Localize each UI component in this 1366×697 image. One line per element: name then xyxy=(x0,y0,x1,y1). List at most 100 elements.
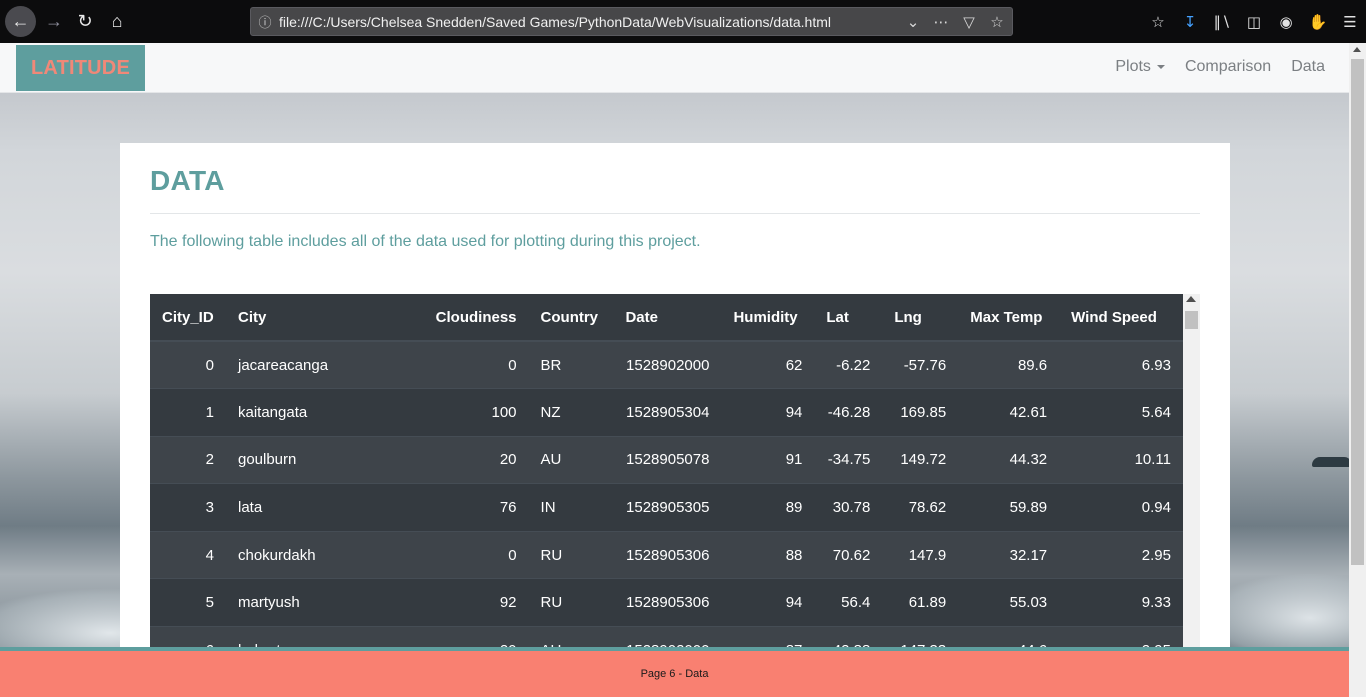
cell-country: AU xyxy=(529,627,614,647)
cell-date: 1528902000 xyxy=(613,627,721,647)
cell-country: BR xyxy=(540,356,562,374)
cell-city-id: 1 xyxy=(205,403,214,421)
col-header-lat: Lat xyxy=(814,294,883,342)
cell-max-temp: 44.6 xyxy=(958,627,1059,647)
cell-cloudiness: 20 xyxy=(499,451,517,469)
cell-max-temp: 44.32 xyxy=(1009,451,1048,469)
cell-country: IN xyxy=(540,499,556,517)
site-navbar: LATITUDE Plots Comparison Data xyxy=(0,43,1349,93)
cell-humidity: 87 xyxy=(721,627,814,647)
cell-lng: 149.72 xyxy=(900,451,947,469)
reload-icon[interactable]: ↻ xyxy=(71,7,99,35)
content-card: DATA The following table includes all of… xyxy=(120,143,1230,647)
cell-city: kaitangata xyxy=(237,403,308,421)
dropdown-icon[interactable]: ⌄ xyxy=(904,13,922,31)
background-rock xyxy=(1312,457,1349,467)
cell-country: RU xyxy=(540,594,563,612)
cell-date: 1528905305 xyxy=(626,499,710,517)
table-row: 3 lata 76 IN 1528905305 89 30.78 78.62 5… xyxy=(150,483,1183,532)
page-footer: Page 6 - Data xyxy=(0,647,1349,697)
cell-lat: -42.88 xyxy=(814,627,882,647)
cell-wind-speed: 0.94 xyxy=(1141,499,1171,517)
cell-cloudiness: 0 xyxy=(508,546,517,564)
table-scrollbar-thumb[interactable] xyxy=(1185,311,1198,329)
col-header-city: City xyxy=(225,294,424,342)
cell-city-id: 6 xyxy=(150,627,226,647)
cell-date: 1528902000 xyxy=(626,356,710,374)
browser-toolbar: ← → ↻ ⌂ ⓘ file:///C:/Users/Chelsea Snedd… xyxy=(0,0,1366,43)
cell-humidity: 91 xyxy=(785,451,803,469)
menu-icon[interactable]: ☰ xyxy=(1334,13,1366,31)
url-bar[interactable]: ⓘ file:///C:/Users/Chelsea Snedden/Saved… xyxy=(250,7,1013,36)
cell-humidity: 62 xyxy=(785,356,803,374)
page-scrollbar-thumb[interactable] xyxy=(1351,59,1364,565)
table-header-row: City_ID City Cloudiness Country Date Hum… xyxy=(150,294,1183,342)
scroll-up-icon[interactable] xyxy=(1186,296,1196,302)
cell-city-id: 4 xyxy=(205,546,214,564)
cell-wind-speed: 5.64 xyxy=(1141,403,1171,421)
cell-cloudiness: 76 xyxy=(499,499,517,517)
cell-date: 1528905078 xyxy=(626,451,710,469)
bookmark-star-icon[interactable]: ☆ xyxy=(988,13,1006,31)
cell-max-temp: 42.61 xyxy=(1009,403,1048,421)
cell-humidity: 88 xyxy=(785,546,803,564)
data-table-container[interactable]: City_ID City Cloudiness Country Date Hum… xyxy=(150,294,1200,647)
account-icon[interactable]: ◉ xyxy=(1270,13,1302,31)
page-description: The following table includes all of the … xyxy=(150,233,701,250)
info-icon[interactable]: ⓘ xyxy=(251,12,279,31)
extension-icon[interactable]: ✋ xyxy=(1302,13,1334,31)
col-header-country: Country xyxy=(528,294,614,342)
nav-data-link[interactable]: Data xyxy=(1291,58,1325,76)
cell-city: goulburn xyxy=(237,451,297,469)
nav-plots-label: Plots xyxy=(1115,58,1151,75)
table-row: 4 chokurdakh 0 RU 1528905306 88 70.62 14… xyxy=(150,531,1183,579)
cell-city-id: 0 xyxy=(205,356,214,374)
table-scrollbar[interactable] xyxy=(1183,294,1200,647)
scroll-up-icon[interactable] xyxy=(1353,47,1361,52)
url-text[interactable]: file:///C:/Users/Chelsea Snedden/Saved G… xyxy=(279,14,904,30)
cell-city: martyush xyxy=(237,594,300,612)
cell-lat: 30.78 xyxy=(832,499,871,517)
cell-lat: 70.62 xyxy=(832,546,871,564)
cell-cloudiness: 92 xyxy=(499,594,517,612)
cell-lng: 169.85 xyxy=(900,403,947,421)
cell-max-temp: 89.6 xyxy=(1017,356,1048,374)
cell-country: AU xyxy=(540,451,562,469)
cell-city: jacareacanga xyxy=(237,356,329,374)
table-row: 2 goulburn 20 AU 1528905078 91 -34.75 14… xyxy=(150,436,1183,484)
cell-max-temp: 59.89 xyxy=(1009,499,1048,517)
home-icon[interactable]: ⌂ xyxy=(103,7,131,35)
divider xyxy=(150,213,1200,214)
brand-logo[interactable]: LATITUDE xyxy=(16,45,145,91)
col-header-cloudiness: Cloudiness xyxy=(423,294,529,342)
cell-lng: 147.9 xyxy=(908,546,947,564)
cell-city: chokurdakh xyxy=(237,546,316,564)
cell-city: lata xyxy=(237,499,263,517)
cell-lng: -57.76 xyxy=(903,356,947,374)
bookmarks-icon[interactable]: ☆ xyxy=(1142,13,1174,31)
cell-wind-speed: 10.11 xyxy=(1134,451,1171,469)
cell-cloudiness: 0 xyxy=(508,356,517,374)
cell-lat: -46.28 xyxy=(827,403,871,421)
col-header-humidity: Humidity xyxy=(721,294,815,342)
sidebar-icon[interactable]: ◫ xyxy=(1238,13,1270,31)
nav-plots-dropdown[interactable]: Plots xyxy=(1115,58,1165,76)
cell-humidity: 89 xyxy=(785,499,803,517)
footer-text: Page 6 - Data xyxy=(640,668,709,680)
page-scrollbar[interactable] xyxy=(1349,43,1366,697)
chevron-down-icon xyxy=(1156,64,1165,69)
more-icon[interactable]: ⋯ xyxy=(932,13,950,31)
nav-comparison-link[interactable]: Comparison xyxy=(1185,58,1271,76)
downloads-icon[interactable]: ↧ xyxy=(1174,13,1206,31)
library-icon[interactable]: ∥∖ xyxy=(1206,13,1238,31)
cell-lng: 78.62 xyxy=(908,499,947,517)
forward-icon[interactable]: → xyxy=(40,7,68,35)
col-header-lng: Lng xyxy=(882,294,959,342)
cell-country: NZ xyxy=(540,403,561,421)
cell-wind-speed: 9.33 xyxy=(1141,594,1171,612)
cell-max-temp: 55.03 xyxy=(1009,594,1048,612)
cell-humidity: 94 xyxy=(785,594,803,612)
cell-lat: -34.75 xyxy=(827,451,871,469)
pocket-icon[interactable]: ▽ xyxy=(960,13,978,31)
back-icon[interactable]: ← xyxy=(5,6,36,37)
